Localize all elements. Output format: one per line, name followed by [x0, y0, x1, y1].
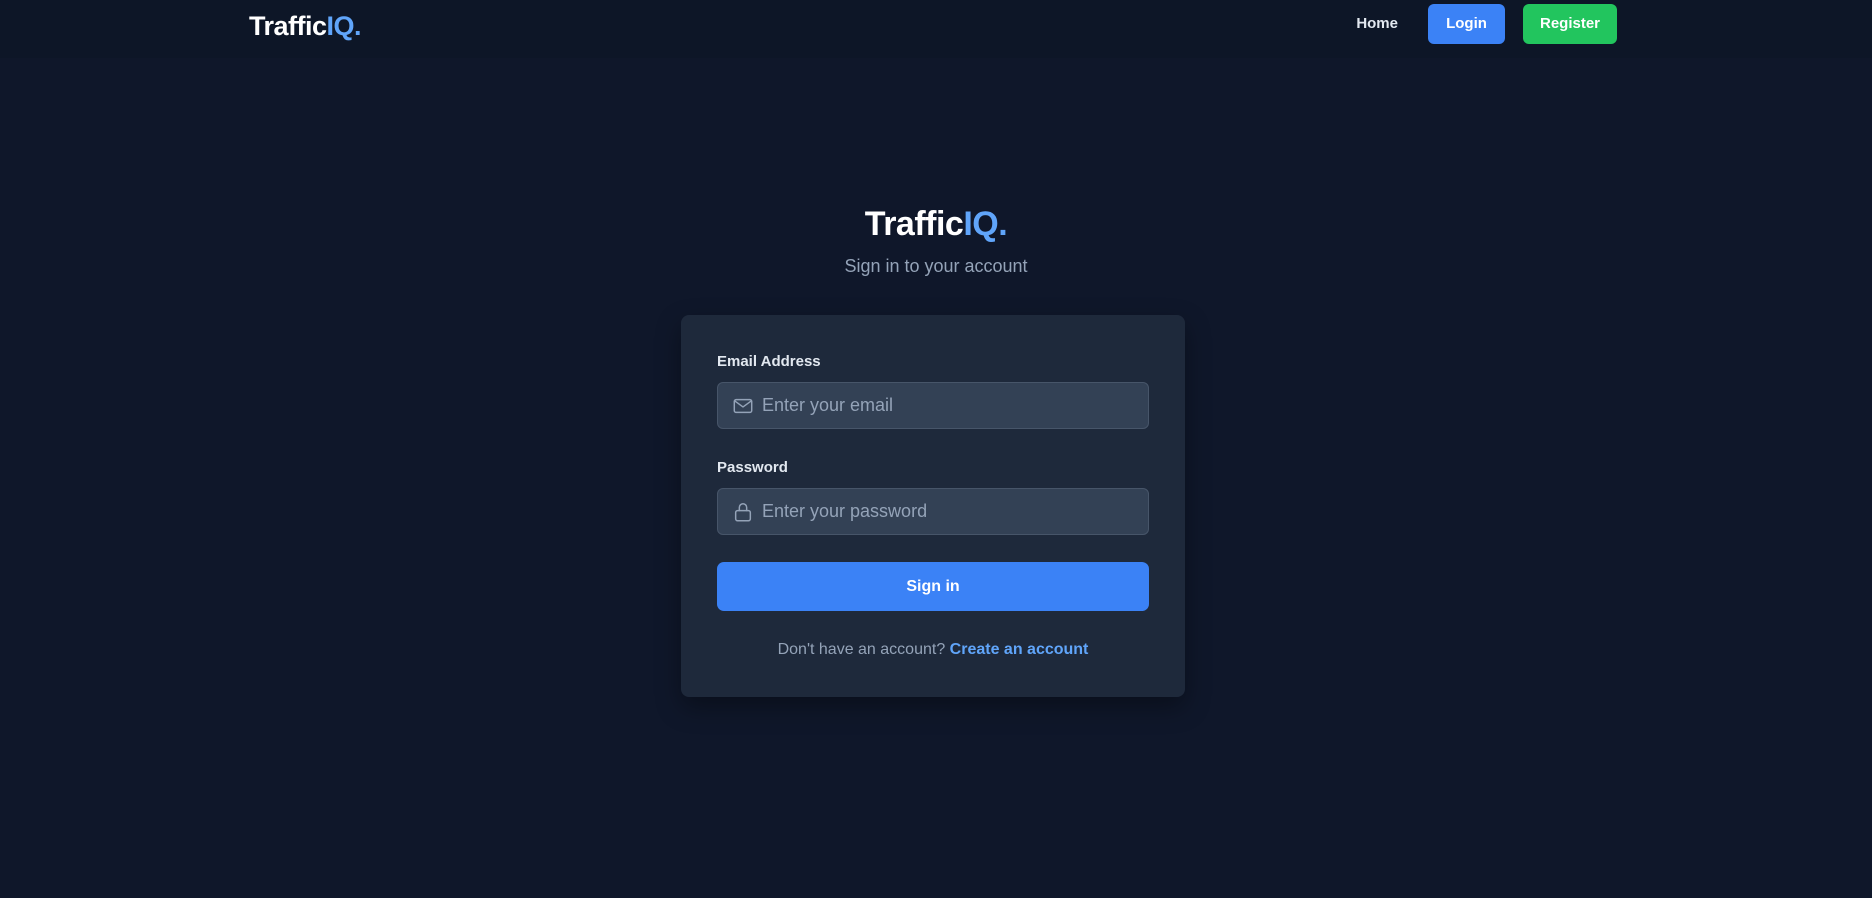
password-field-wrapper	[717, 488, 1149, 535]
email-label: Email Address	[717, 353, 821, 370]
nav-links: Home Login Register	[1344, 4, 1617, 44]
email-input[interactable]	[762, 383, 1142, 428]
hero-logo: TrafficIQ.	[0, 203, 1872, 245]
hero-logo-main: Traffic	[864, 205, 964, 243]
password-label: Password	[717, 459, 788, 476]
hero-logo-accent: IQ.	[963, 205, 1008, 243]
email-field-wrapper	[717, 382, 1149, 429]
nav-logo[interactable]: TrafficIQ.	[249, 9, 362, 43]
lock-icon	[734, 503, 752, 522]
login-card: Email Address Password Sign in Don't hav…	[681, 315, 1185, 697]
mail-icon	[733, 398, 753, 414]
nav-logo-accent: IQ.	[326, 11, 362, 41]
top-navbar: TrafficIQ. Home Login Register	[0, 0, 1872, 58]
password-input[interactable]	[762, 489, 1142, 534]
nav-logo-main: Traffic	[249, 11, 327, 41]
hero-subtitle: Sign in to your account	[844, 256, 1028, 276]
sign-in-button[interactable]: Sign in	[717, 562, 1149, 611]
nav-home-link[interactable]: Home	[1344, 4, 1410, 44]
nav-login-button[interactable]: Login	[1428, 4, 1505, 44]
register-prompt: Don't have an account? Create an account	[681, 640, 1185, 660]
create-account-link[interactable]: Create an account	[950, 641, 1089, 658]
register-prompt-text: Don't have an account?	[777, 641, 946, 658]
nav-register-button[interactable]: Register	[1523, 4, 1617, 44]
